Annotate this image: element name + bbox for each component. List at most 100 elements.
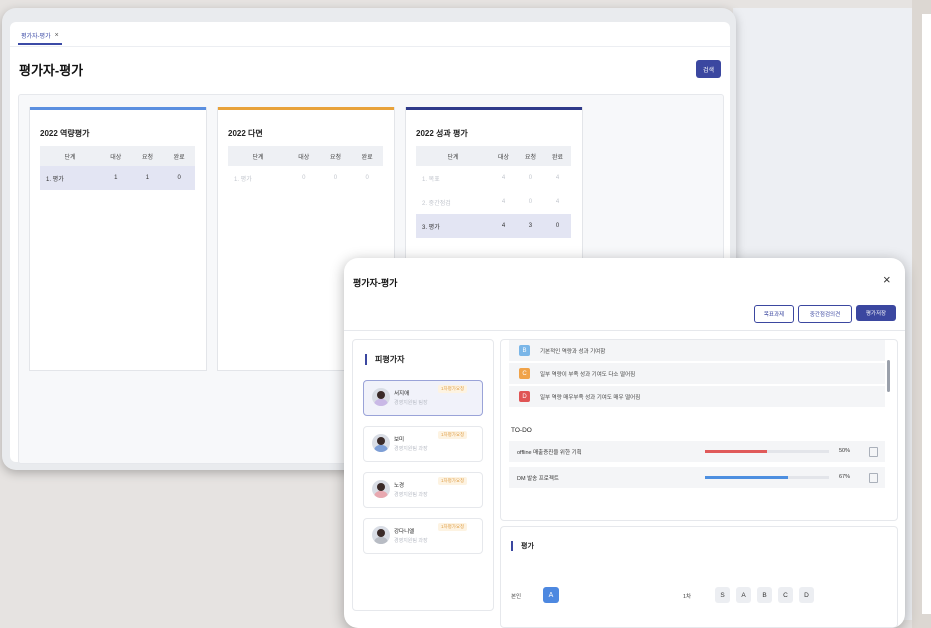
stage-header: 단계 bbox=[40, 146, 100, 166]
done-header: 완료 bbox=[543, 146, 571, 166]
target-count: 4 bbox=[501, 175, 506, 181]
card-title: 2022 다면 bbox=[228, 129, 263, 138]
progress-track bbox=[705, 476, 829, 479]
avatar bbox=[372, 480, 390, 498]
goal-task-button[interactable]: 목표과제 bbox=[754, 305, 794, 323]
evaluatee-name: 노경 bbox=[394, 483, 405, 489]
grade-option-b[interactable]: B bbox=[757, 587, 772, 603]
grade-desc: 일부 역량이 부족 성과 기여도 다소 떨어짐 bbox=[540, 371, 636, 378]
grade-option-s[interactable]: S bbox=[715, 587, 730, 603]
done-count: 0 bbox=[365, 175, 369, 181]
evaluation-modal: 평가자-평가 × 목표과제 중간점검의견 평가저장 피평가자 서지애 경영지원팀 … bbox=[344, 258, 905, 628]
tab-label: 평가자-평가 bbox=[21, 34, 51, 40]
avatar bbox=[372, 434, 390, 452]
right-window-edge bbox=[922, 14, 931, 614]
avatar-body bbox=[374, 537, 388, 544]
stage-row: 1. 목표 4 0 4 bbox=[416, 166, 571, 190]
grade-option-d[interactable]: D bbox=[799, 587, 814, 603]
card-accent-bar bbox=[218, 107, 394, 110]
status-badge: 1차평가요청 bbox=[438, 523, 468, 531]
card-title: 2022 성과 평가 bbox=[416, 129, 468, 138]
evaluatee-card[interactable]: 서지애 경영지원팀 팀장 1차평가요청 bbox=[363, 380, 483, 416]
evaluatee-card[interactable]: 보미 경영지원팀 과장 1차평가요청 bbox=[363, 426, 483, 462]
todo-row: offline 매출증진을 위한 기획 50% bbox=[509, 441, 885, 462]
progress-percent: 50% bbox=[839, 448, 851, 454]
evaluatee-name: 보미 bbox=[394, 437, 405, 443]
card-accent-bar bbox=[30, 107, 206, 110]
stage-row: 2. 중간점검 4 0 4 bbox=[416, 190, 571, 214]
evaluatee-dept: 경영지원팀 과장 bbox=[394, 446, 428, 452]
modal-title: 평가자-평가 bbox=[353, 278, 398, 288]
status-badge: 1차평가요청 bbox=[438, 477, 468, 485]
grade-d-icon: D bbox=[519, 391, 530, 402]
stage-row[interactable]: 1. 평가 1 1 0 bbox=[40, 166, 195, 190]
avatar-body bbox=[374, 445, 388, 452]
progress-fill bbox=[705, 476, 789, 479]
request-count: 3 bbox=[516, 214, 544, 238]
target-header: 대상 bbox=[99, 146, 132, 166]
progress-track bbox=[705, 450, 829, 453]
stage-label: 3. 평가 bbox=[416, 214, 490, 238]
eval-card[interactable]: 2022 역량평가 단계 대상 요청 완료 1. 평가 1 1 0 bbox=[29, 107, 207, 371]
tab-evaluator[interactable]: 평가자-평가 × bbox=[18, 28, 62, 45]
todo-heading: TO-DO bbox=[511, 427, 532, 434]
target-count: 1 bbox=[99, 166, 132, 190]
request-count: 0 bbox=[528, 199, 533, 205]
document-icon[interactable] bbox=[869, 447, 878, 457]
evaluation-box: 평가 본인 A 1차 SABCD bbox=[500, 526, 898, 628]
request-header: 요청 bbox=[131, 146, 164, 166]
done-count: 4 bbox=[555, 199, 560, 205]
request-header: 요청 bbox=[516, 146, 544, 166]
avatar-head bbox=[377, 437, 385, 445]
stage-label: 1. 목표 bbox=[422, 176, 440, 183]
todo-text: offline 매출증진을 위한 기획 bbox=[517, 450, 582, 456]
target-count: 4 bbox=[490, 214, 517, 238]
mid-check-button[interactable]: 중간점검의견 bbox=[798, 305, 852, 323]
stage-row[interactable]: 3. 평가 4 3 0 bbox=[416, 214, 571, 238]
target-count: 0 bbox=[302, 175, 306, 181]
todo-row: DM 발송 프로젝트 67% bbox=[509, 467, 885, 488]
grade-desc: 기본적인 역량과 성과 기여함 bbox=[540, 348, 606, 355]
stage-table: 단계 대상 요청 완료 1. 평가 1 1 0 bbox=[40, 146, 195, 190]
target-count: 4 bbox=[501, 199, 506, 205]
card-title: 2022 역량평가 bbox=[40, 129, 90, 138]
done-count: 0 bbox=[163, 166, 195, 190]
request-header: 요청 bbox=[319, 146, 352, 166]
done-header: 완료 bbox=[163, 146, 195, 166]
search-button[interactable]: 검색 bbox=[696, 60, 721, 78]
evaluatee-dept: 경영지원팀 과장 bbox=[394, 492, 428, 498]
stage-row: 1. 평가 0 0 0 bbox=[228, 166, 383, 190]
page-title: 평가자-평가 bbox=[19, 63, 84, 78]
done-count: 0 bbox=[543, 214, 571, 238]
evaluatee-name: 강다니엘 bbox=[394, 529, 415, 535]
tab-bar: 평가자-평가 × bbox=[10, 22, 730, 47]
self-grade-badge: A bbox=[543, 587, 559, 603]
progress-percent: 67% bbox=[839, 474, 851, 480]
target-header: 대상 bbox=[287, 146, 320, 166]
todo-text: DM 발송 프로젝트 bbox=[517, 476, 559, 482]
scrollbar[interactable] bbox=[887, 360, 890, 392]
grade-b-icon: B bbox=[519, 345, 530, 356]
tab-close-icon[interactable]: × bbox=[55, 32, 59, 39]
stage-header: 단계 bbox=[416, 146, 490, 166]
evaluatee-dept: 경영지원팀 팀장 bbox=[394, 400, 428, 406]
stage-table: 단계 대상 요청 완료 1. 평가 0 0 0 bbox=[228, 146, 383, 190]
avatar-head bbox=[377, 483, 385, 491]
divider bbox=[344, 330, 905, 331]
stage-label: 1. 평가 bbox=[234, 176, 252, 183]
save-evaluation-button[interactable]: 평가저장 bbox=[856, 305, 896, 321]
evaluatee-dept: 경영지원팀 과장 bbox=[394, 538, 428, 544]
avatar-body bbox=[374, 491, 388, 498]
stage-table: 단계 대상 요청 완료 1. 목표 4 0 4 2. 중간점검 4 0 4 3. 평가 4 3 0 bbox=[416, 146, 571, 238]
request-count: 1 bbox=[131, 166, 164, 190]
grade-option-c[interactable]: C bbox=[778, 587, 793, 603]
evaluatee-card[interactable]: 노경경영지원팀 과장 1차평가요청 bbox=[363, 472, 483, 508]
stage-header: 단계 bbox=[228, 146, 288, 166]
evaluatee-card[interactable]: 강다니엘경영지원팀 과장 1차평가요청 bbox=[363, 518, 483, 554]
evaluatee-name: 서지애 bbox=[394, 391, 410, 397]
document-icon[interactable] bbox=[869, 473, 878, 483]
close-icon[interactable]: × bbox=[883, 272, 891, 287]
grade-row: D 일부 역량 매우부족 성과 기여도 매우 떨어짐 bbox=[509, 386, 885, 407]
grade-option-a[interactable]: A bbox=[736, 587, 751, 603]
grade-row: C 일부 역량이 부족 성과 기여도 다소 떨어짐 bbox=[509, 363, 885, 384]
